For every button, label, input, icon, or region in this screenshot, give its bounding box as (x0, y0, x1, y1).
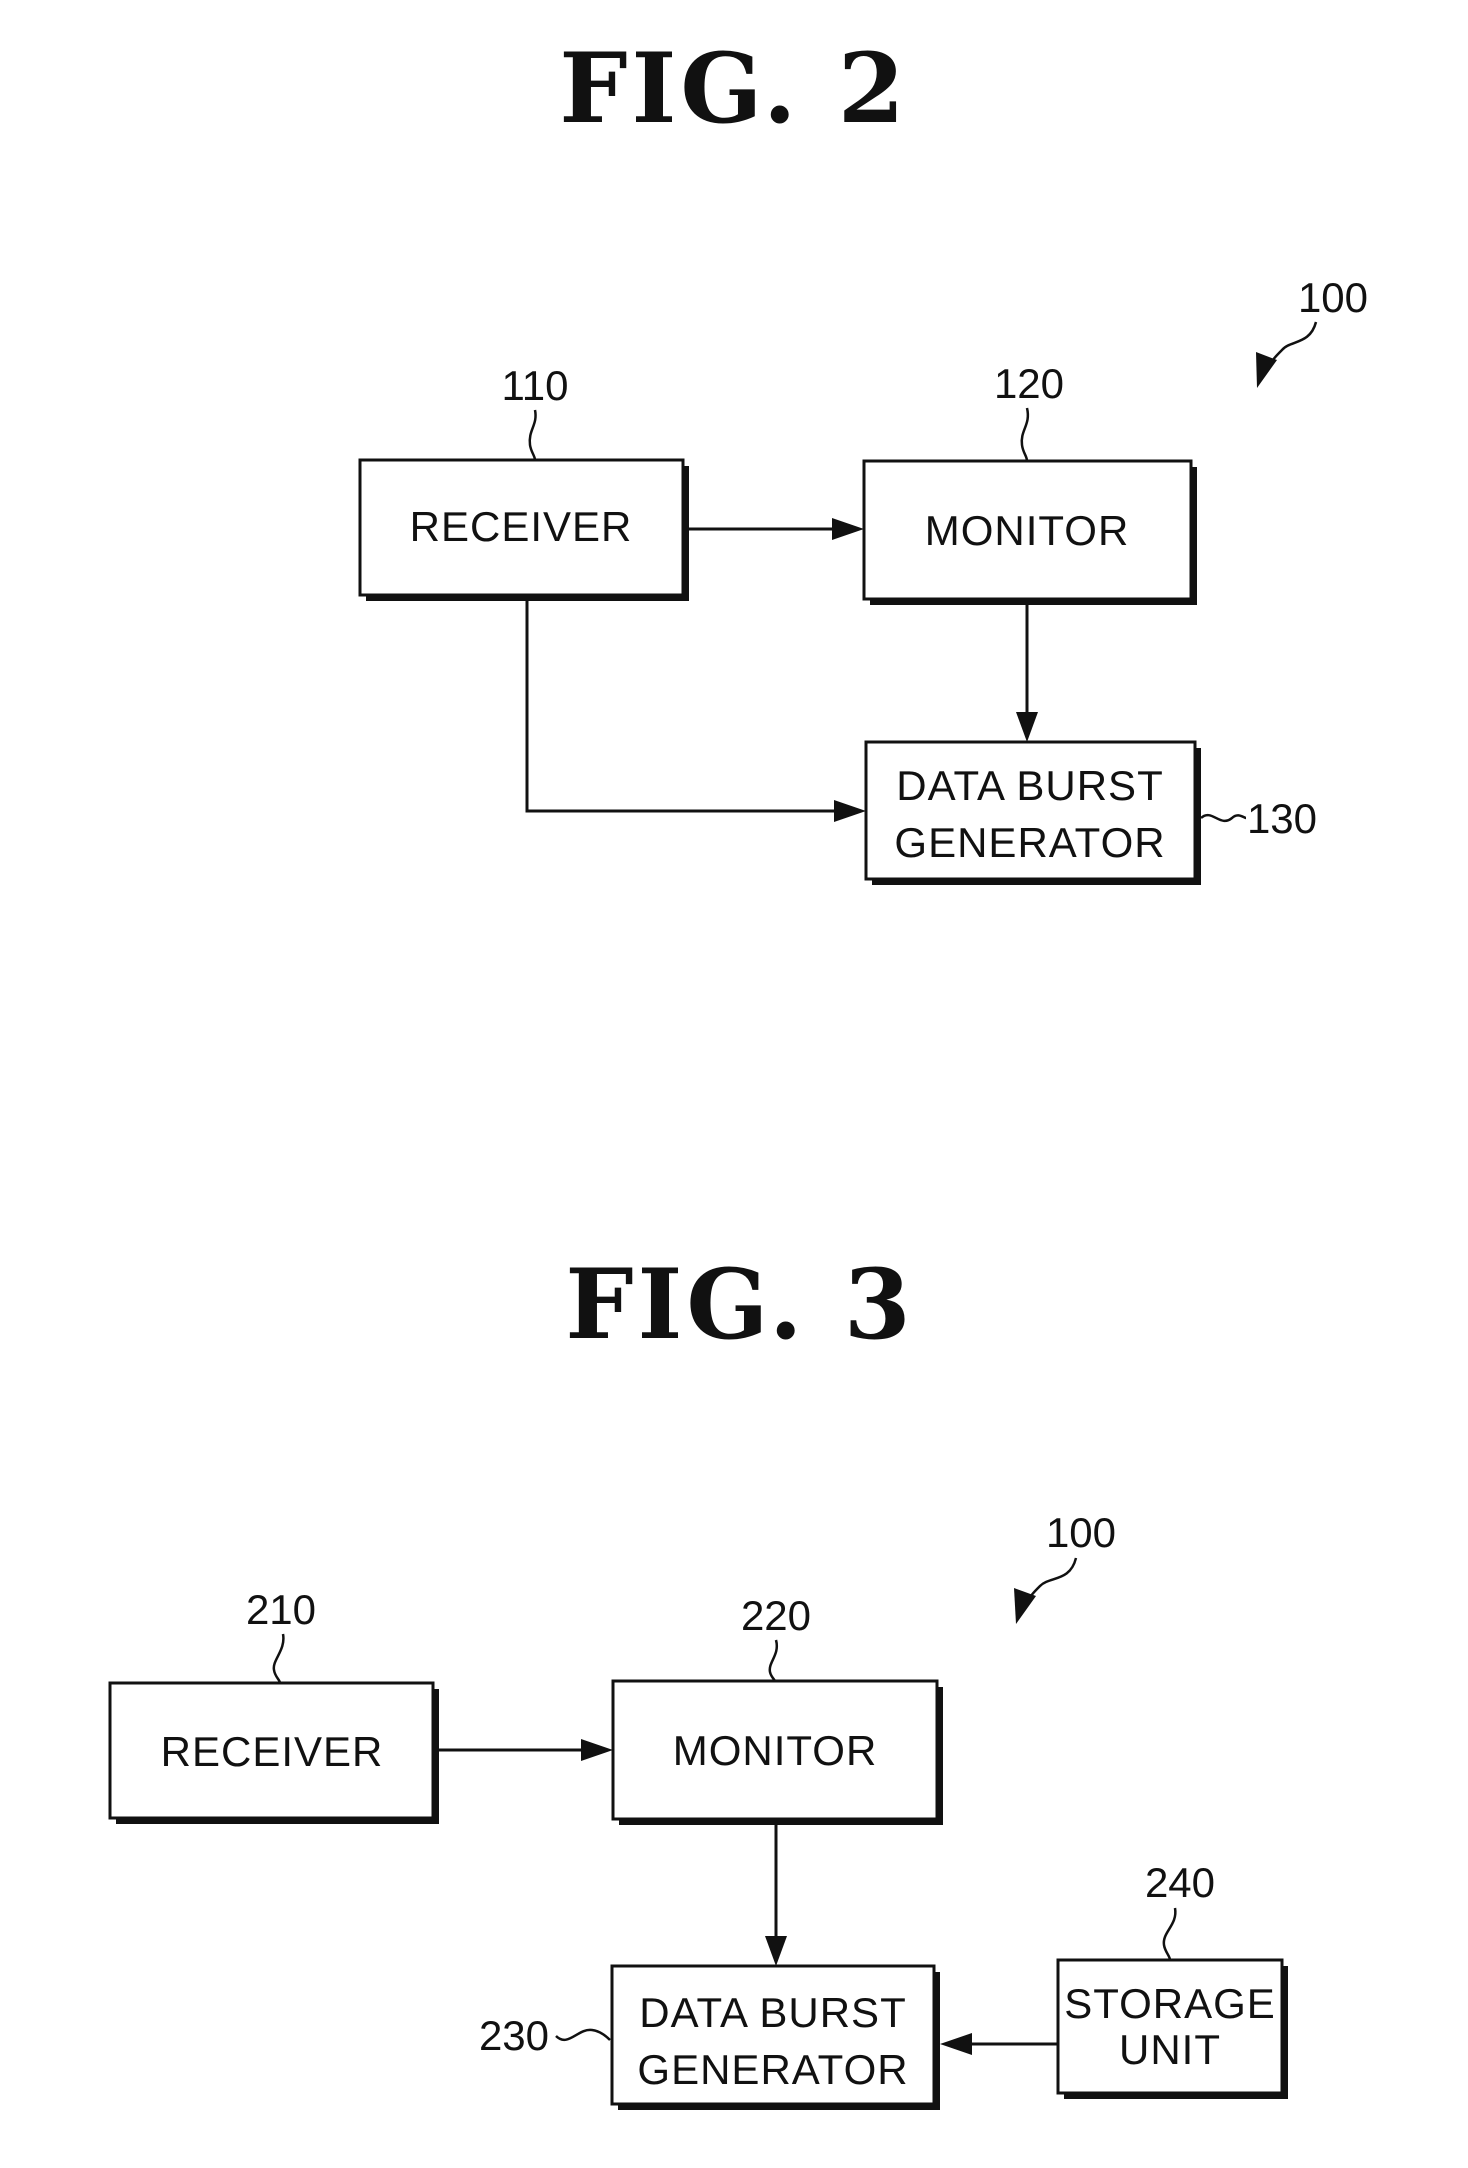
figure-3-title: FIG. 3 (565, 1248, 914, 1361)
fig3-receiver-block: RECEIVER (108, 1681, 439, 1824)
fig2-ref-130: 130 (1247, 795, 1317, 842)
fig3-storage-label-line2: UNIT (1119, 2026, 1221, 2073)
fig2-monitor-block: MONITOR (862, 459, 1197, 605)
fig3-ref-220: 220 (741, 1592, 811, 1639)
fig3-dbg-label-line1: DATA BURST (639, 1989, 906, 2036)
fig2-system-ref-label: 100 (1298, 274, 1368, 321)
fig2-monitor-label: MONITOR (925, 507, 1130, 554)
figure-3: FIG. 3 100 RECEIVER 210 MONITOR 220 DATA… (108, 1248, 1288, 2110)
fig3-ref-240: 240 (1145, 1859, 1215, 1906)
fig3-arrow-storage-to-dbg (940, 2033, 1058, 2055)
diagram-svg: FIG. 2 100 RECEIVER 110 MONITOR 120 DATA… (108, 32, 1368, 2110)
fig3-ref-230: 230 (479, 2012, 549, 2059)
fig3-arrow-monitor-to-dbg (765, 1825, 787, 1966)
fig3-storage-unit-block: STORAGE UNIT (1056, 1958, 1288, 2099)
fig2-ref-110-leader (528, 409, 537, 461)
fig3-ref-210-leader (272, 1633, 285, 1684)
fig3-dbg-label-line2: GENERATOR (637, 2046, 908, 2093)
fig3-storage-label-line1: STORAGE (1064, 1980, 1276, 2027)
fig2-arrow-receiver-to-dbg (525, 601, 866, 822)
fig2-ref-130-leader (1200, 813, 1247, 823)
figure-2-title: FIG. 2 (559, 32, 908, 145)
fig2-dbg-label-line1: DATA BURST (896, 762, 1163, 809)
fig3-ref-240-leader (1162, 1907, 1177, 1961)
fig2-arrow-receiver-to-monitor (689, 518, 864, 540)
fig2-ref-110: 110 (502, 362, 569, 409)
fig3-data-burst-generator-block: DATA BURST GENERATOR (610, 1964, 940, 2110)
fig3-arrow-receiver-to-monitor (439, 1739, 613, 1761)
fig2-receiver-block: RECEIVER (358, 458, 689, 601)
fig2-ref-120: 120 (994, 360, 1064, 407)
fig2-receiver-label: RECEIVER (410, 503, 633, 550)
fig3-monitor-label: MONITOR (673, 1727, 878, 1774)
fig3-ref-210: 210 (246, 1586, 316, 1633)
fig3-ref-220-leader (768, 1639, 779, 1682)
fig3-monitor-block: MONITOR (611, 1679, 943, 1825)
fig2-dbg-label-line2: GENERATOR (894, 819, 1165, 866)
fig3-receiver-label: RECEIVER (161, 1728, 384, 1775)
patent-drawing-sheet: FIG. 2 100 RECEIVER 110 MONITOR 120 DATA… (0, 0, 1468, 2168)
figure-2: FIG. 2 100 RECEIVER 110 MONITOR 120 DATA… (358, 32, 1368, 885)
fig3-system-ref-label: 100 (1046, 1509, 1116, 1556)
fig2-arrow-monitor-to-dbg (1016, 605, 1038, 742)
fig2-ref-120-leader (1020, 407, 1030, 462)
fig3-ref-230-leader (555, 2028, 611, 2042)
fig2-data-burst-generator-block: DATA BURST GENERATOR (864, 740, 1201, 885)
